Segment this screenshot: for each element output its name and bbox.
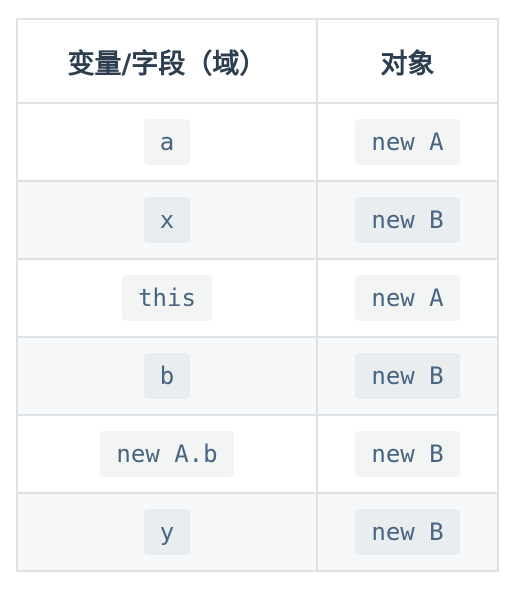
object-code: new B [355,353,460,399]
object-cell: new A [316,102,499,182]
variable-cell: b [16,336,318,416]
object-cell: new B [316,336,499,416]
variable-cell: y [16,492,318,572]
object-code: new A [355,275,460,321]
variable-code: this [122,275,212,321]
table-row: x new B [16,180,499,260]
variable-code: new A.b [100,431,234,477]
object-cell: new B [316,414,499,494]
page: 变量/字段（域） 对象 a new A x new B this new A b… [0,0,520,590]
object-code: new A [355,119,460,165]
object-cell: new A [316,258,499,338]
variable-code: a [143,119,191,165]
object-code: new B [355,431,460,477]
variable-code: y [143,509,191,555]
object-code: new B [355,197,460,243]
variable-code: b [143,353,191,399]
object-cell: new B [316,180,499,260]
variable-cell: new A.b [16,414,318,494]
variable-object-table: 变量/字段（域） 对象 a new A x new B this new A b… [16,18,499,572]
object-cell: new B [316,492,499,572]
column-header-object: 对象 [316,18,499,104]
table-row: b new B [16,336,499,416]
variable-cell: x [16,180,318,260]
column-header-variable: 变量/字段（域） [16,18,318,104]
variable-code: x [143,197,191,243]
table-row: a new A [16,102,499,182]
object-code: new B [355,509,460,555]
table-row: new A.b new B [16,414,499,494]
variable-cell: this [16,258,318,338]
table-row: this new A [16,258,499,338]
variable-cell: a [16,102,318,182]
table-header-row: 变量/字段（域） 对象 [16,18,499,104]
table-row: y new B [16,492,499,572]
